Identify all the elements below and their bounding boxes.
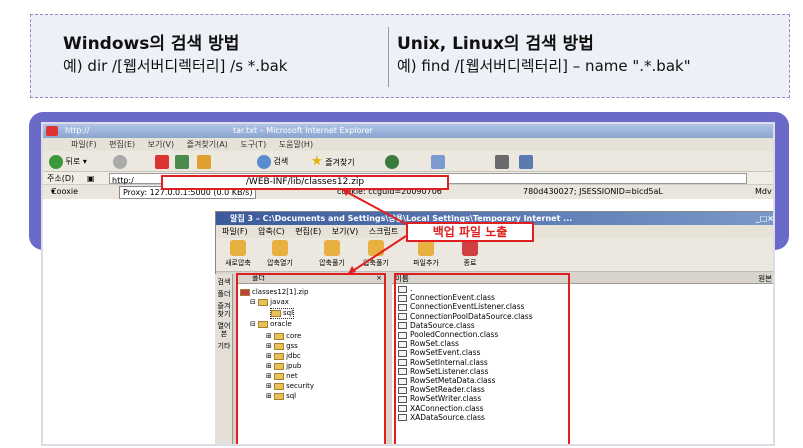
back-label: 뒤로 bbox=[65, 157, 81, 166]
ie-title: tar.txt – Microsoft Internet Explorer bbox=[233, 126, 373, 135]
mail-button[interactable] bbox=[431, 154, 445, 169]
home-icon bbox=[197, 154, 211, 169]
side-tab-search[interactable]: 검색 bbox=[217, 278, 231, 286]
stop-button[interactable] bbox=[155, 154, 169, 169]
exit-label: 종료 bbox=[463, 259, 477, 267]
ie-prefix: http:// bbox=[65, 126, 90, 135]
print-icon bbox=[495, 154, 509, 169]
new-archive-icon bbox=[230, 240, 246, 256]
address-prefix: http:/ bbox=[112, 176, 134, 185]
windows-title: Windows의 검색 방법 bbox=[63, 34, 240, 54]
side-panel: 검색 폴더 즐겨찾기 열어본 기타 bbox=[215, 274, 233, 444]
add-file-button[interactable]: 파일추가 bbox=[406, 240, 446, 268]
exit-button[interactable]: 종료 bbox=[450, 240, 490, 268]
search-label: 검색 bbox=[273, 157, 289, 166]
open-archive-button[interactable]: 압축열기 bbox=[260, 240, 300, 268]
back-icon bbox=[49, 154, 63, 169]
extract-all-button[interactable]: 압축풀기 bbox=[356, 240, 396, 268]
files-highlight bbox=[394, 273, 570, 444]
star-icon: ★ bbox=[311, 154, 323, 169]
media-icon bbox=[385, 154, 399, 169]
unix-title: Unix, Linux의 검색 방법 bbox=[397, 34, 594, 54]
exit-icon bbox=[462, 240, 478, 256]
column-divider bbox=[388, 27, 389, 87]
extract-button[interactable]: 압축풀기 bbox=[312, 240, 352, 268]
favorites-label: 즐겨찾기 bbox=[325, 158, 355, 167]
side-tab-history[interactable]: 열어본 bbox=[217, 322, 231, 338]
windows-column: Windows의 검색 방법 예) dir /[웹서버디렉터리] /s *.ba… bbox=[63, 33, 287, 77]
backup-file-callout: 백업 파일 노출 bbox=[406, 222, 534, 242]
address-label: 주소(D) bbox=[47, 174, 75, 183]
open-archive-icon bbox=[272, 240, 288, 256]
extract-icon bbox=[324, 240, 340, 256]
alzip-toolbar: 새로압축 압축열기 압축풀기 압축풀기 파일추가 종료 bbox=[216, 238, 773, 272]
alzip-window: 알집 3 – C:\Documents and Settings\상용\Loca… bbox=[215, 211, 773, 444]
back-button[interactable]: 뒤로 ▾ bbox=[49, 154, 87, 169]
window-controls[interactable]: _□× bbox=[756, 212, 773, 225]
stop-icon bbox=[155, 154, 169, 169]
ie-toolbar: 뒤로 ▾ 검색 ★ 즐겨찾기 bbox=[43, 151, 773, 172]
mail-icon bbox=[431, 154, 445, 169]
cookie-label: Cooxie bbox=[51, 187, 79, 196]
ie-menubar[interactable]: 파일(F) 편집(E) 보기(V) 즐겨찾기(A) 도구(T) 도움말(H) bbox=[43, 138, 773, 151]
new-archive-button[interactable]: 새로압축 bbox=[218, 240, 258, 268]
extract-all-icon bbox=[368, 240, 384, 256]
print-button[interactable] bbox=[495, 154, 509, 169]
add-file-label: 파일추가 bbox=[413, 259, 439, 267]
search-button[interactable]: 검색 bbox=[257, 154, 288, 169]
side-tab-folder[interactable]: 폴더 bbox=[217, 290, 231, 298]
messenger-icon bbox=[519, 154, 533, 169]
side-tab-etc[interactable]: 기타 bbox=[217, 342, 231, 350]
forward-button[interactable] bbox=[113, 154, 127, 169]
windows-example: 예) dir /[웹서버디렉터리] /s *.bak bbox=[63, 57, 288, 75]
new-archive-label: 새로압축 bbox=[225, 259, 251, 267]
search-method-box: Windows의 검색 방법 예) dir /[웹서버디렉터리] /s *.ba… bbox=[30, 14, 790, 98]
refresh-button[interactable] bbox=[175, 154, 189, 169]
media-button[interactable] bbox=[385, 154, 399, 169]
ie-titlebar: http:// tar.txt – Microsoft Internet Exp… bbox=[43, 124, 773, 138]
cookie-button[interactable]: Cooxie ▾ bbox=[51, 185, 78, 199]
messenger-button[interactable] bbox=[519, 154, 533, 169]
extract-label: 압축풀기 bbox=[319, 259, 345, 267]
unix-column: Unix, Linux의 검색 방법 예) find /[웹서버디렉터리] – … bbox=[397, 33, 691, 77]
search-icon bbox=[257, 154, 271, 169]
tree-highlight bbox=[236, 273, 386, 444]
url-highlight: /WEB-INF/lib/classes12.zip bbox=[161, 175, 449, 190]
ie-icon bbox=[46, 126, 58, 136]
session-info: 780d430027; JSESSIONID=bicd5aL bbox=[523, 187, 663, 196]
side-tab-favorites[interactable]: 즐겨찾기 bbox=[217, 302, 231, 318]
favorites-button[interactable]: ★ 즐겨찾기 bbox=[311, 154, 355, 169]
unix-example: 예) find /[웹서버디렉터리] – name ".*.bak" bbox=[397, 57, 691, 75]
open-archive-label: 압축열기 bbox=[267, 259, 293, 267]
page-icon: ▣ bbox=[87, 174, 95, 183]
extract-all-label: 압축풀기 bbox=[363, 259, 389, 267]
home-button[interactable] bbox=[197, 154, 211, 169]
forward-icon bbox=[113, 154, 127, 169]
mdv-label: Mdv bbox=[755, 187, 772, 196]
refresh-icon bbox=[175, 154, 189, 169]
add-file-icon bbox=[418, 240, 434, 256]
orig-column-header[interactable]: 원본 bbox=[758, 274, 772, 283]
browser-screenshot: http:// tar.txt – Microsoft Internet Exp… bbox=[41, 122, 775, 446]
